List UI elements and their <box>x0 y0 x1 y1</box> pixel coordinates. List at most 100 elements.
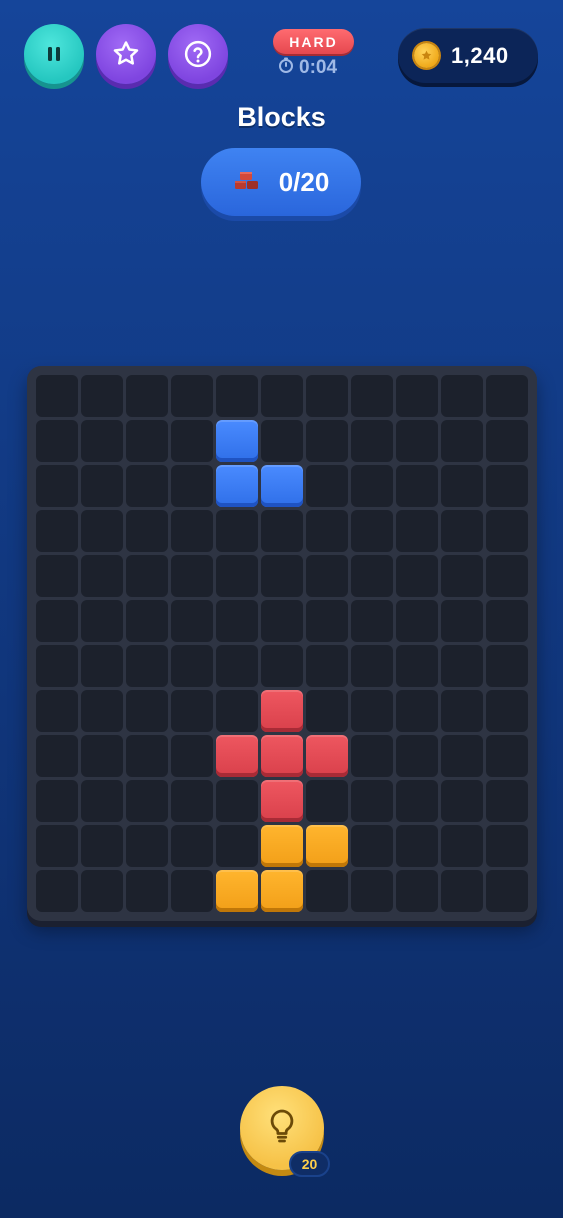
board-cell[interactable] <box>126 510 168 552</box>
board-cell[interactable] <box>36 510 78 552</box>
board-cell[interactable] <box>36 690 78 732</box>
board-cell[interactable] <box>81 510 123 552</box>
board-cell[interactable] <box>171 645 213 687</box>
board-cell[interactable] <box>486 735 528 777</box>
board-cell[interactable] <box>171 735 213 777</box>
board-cell[interactable] <box>36 420 78 462</box>
blue-block[interactable] <box>261 465 303 507</box>
board-cell[interactable] <box>486 690 528 732</box>
board-cell[interactable] <box>351 690 393 732</box>
board-cell[interactable] <box>486 510 528 552</box>
board-cell[interactable] <box>306 780 348 822</box>
game-board[interactable] <box>27 366 537 921</box>
board-cell[interactable] <box>81 870 123 912</box>
board-cell[interactable] <box>351 420 393 462</box>
board-cell[interactable] <box>351 465 393 507</box>
board-cell[interactable] <box>351 735 393 777</box>
red-block[interactable] <box>306 735 348 777</box>
board-cell[interactable] <box>351 645 393 687</box>
board-cell[interactable] <box>396 375 438 417</box>
board-cell[interactable] <box>261 555 303 597</box>
board-cell[interactable] <box>36 375 78 417</box>
board-cell[interactable] <box>306 870 348 912</box>
board-cell[interactable] <box>396 870 438 912</box>
board-cell[interactable] <box>396 465 438 507</box>
board-cell[interactable] <box>171 375 213 417</box>
board-cell[interactable] <box>81 735 123 777</box>
board-cell[interactable] <box>171 510 213 552</box>
favorite-button[interactable] <box>96 24 156 84</box>
board-cell[interactable] <box>441 420 483 462</box>
board-cell[interactable] <box>216 645 258 687</box>
coin-counter[interactable]: 1,240 <box>398 28 538 83</box>
board-cell[interactable] <box>36 465 78 507</box>
board-cell[interactable] <box>36 555 78 597</box>
board-cell[interactable] <box>396 420 438 462</box>
board-cell[interactable] <box>126 870 168 912</box>
board-cell[interactable] <box>171 780 213 822</box>
board-cell[interactable] <box>126 375 168 417</box>
board-cell[interactable] <box>81 420 123 462</box>
board-cell[interactable] <box>441 555 483 597</box>
board-cell[interactable] <box>306 555 348 597</box>
board-cell[interactable] <box>81 690 123 732</box>
board-cell[interactable] <box>216 375 258 417</box>
board-cell[interactable] <box>81 555 123 597</box>
board-cell[interactable] <box>396 510 438 552</box>
board-cell[interactable] <box>306 375 348 417</box>
red-block[interactable] <box>261 780 303 822</box>
board-cell[interactable] <box>171 870 213 912</box>
board-cell[interactable] <box>441 780 483 822</box>
board-cell[interactable] <box>486 555 528 597</box>
board-cell[interactable] <box>126 690 168 732</box>
board-cell[interactable] <box>351 825 393 867</box>
board-cell[interactable] <box>216 600 258 642</box>
board-cell[interactable] <box>216 510 258 552</box>
board-cell[interactable] <box>351 600 393 642</box>
board-cell[interactable] <box>486 870 528 912</box>
board-cell[interactable] <box>171 825 213 867</box>
board-cell[interactable] <box>171 690 213 732</box>
blue-block[interactable] <box>216 465 258 507</box>
board-cell[interactable] <box>126 600 168 642</box>
board-cell[interactable] <box>441 645 483 687</box>
board-cell[interactable] <box>351 510 393 552</box>
board-cell[interactable] <box>126 825 168 867</box>
board-cell[interactable] <box>306 690 348 732</box>
red-block[interactable] <box>216 735 258 777</box>
board-cell[interactable] <box>36 735 78 777</box>
board-cell[interactable] <box>306 510 348 552</box>
board-cell[interactable] <box>486 420 528 462</box>
board-cell[interactable] <box>216 780 258 822</box>
board-cell[interactable] <box>396 645 438 687</box>
orange-block[interactable] <box>306 825 348 867</box>
board-cell[interactable] <box>216 690 258 732</box>
board-cell[interactable] <box>36 870 78 912</box>
board-cell[interactable] <box>261 645 303 687</box>
board-cell[interactable] <box>171 420 213 462</box>
board-cell[interactable] <box>36 600 78 642</box>
board-cell[interactable] <box>261 420 303 462</box>
board-cell[interactable] <box>396 600 438 642</box>
orange-block[interactable] <box>261 825 303 867</box>
board-cell[interactable] <box>486 645 528 687</box>
board-cell[interactable] <box>396 555 438 597</box>
pause-button[interactable] <box>24 24 84 84</box>
board-cell[interactable] <box>171 600 213 642</box>
board-cell[interactable] <box>216 555 258 597</box>
board-cell[interactable] <box>486 600 528 642</box>
board-cell[interactable] <box>81 645 123 687</box>
board-cell[interactable] <box>486 825 528 867</box>
board-cell[interactable] <box>81 780 123 822</box>
board-cell[interactable] <box>441 870 483 912</box>
board-cell[interactable] <box>396 690 438 732</box>
board-cell[interactable] <box>81 825 123 867</box>
board-cell[interactable] <box>351 375 393 417</box>
board-cell[interactable] <box>171 555 213 597</box>
board-cell[interactable] <box>441 600 483 642</box>
board-cell[interactable] <box>486 375 528 417</box>
board-cell[interactable] <box>351 870 393 912</box>
board-cell[interactable] <box>441 690 483 732</box>
board-cell[interactable] <box>81 375 123 417</box>
board-cell[interactable] <box>396 735 438 777</box>
